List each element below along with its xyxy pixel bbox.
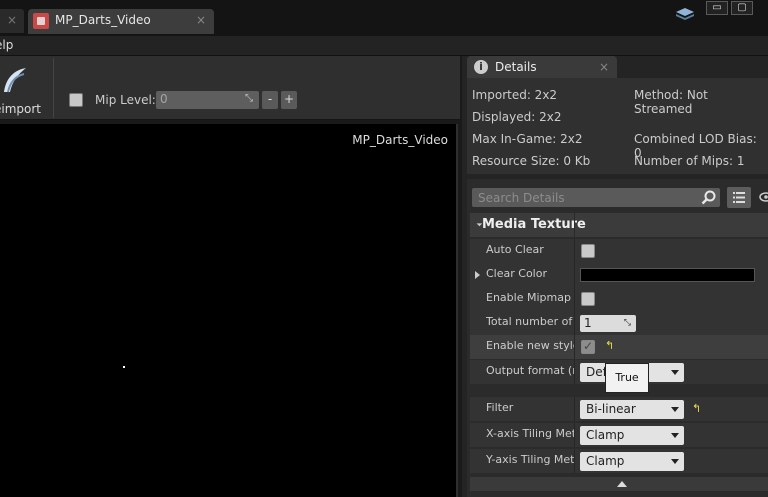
texture-preview [123,366,125,368]
source-control-icon[interactable] [676,8,694,22]
property-label: Enable new style c [486,339,574,352]
chevron-down-icon [671,459,679,464]
mip-level-value: 0 [160,92,168,106]
view-options-button[interactable] [727,187,751,208]
minimize-button[interactable]: ▭ [706,1,728,15]
info-imported: Imported: 2x2 [472,88,558,102]
info-resource-size: Resource Size: 0 Kb [472,154,591,168]
search-details[interactable] [472,188,720,207]
property-enable-new-style: Enable new style c ↰ [470,335,768,359]
y-tiling-value: Clamp [586,454,625,468]
property-filter: Filter Bi-linear ↰ [470,397,768,421]
property-enable-mipmap: Enable Mipmap ge [470,287,768,311]
total-mips-field[interactable]: 1 ⤡ [580,315,636,332]
x-tiling-dropdown[interactable]: Clamp [580,426,684,445]
advanced-expander[interactable] [470,477,768,491]
reimport-label: eimport [0,102,42,116]
property-label: Y-axis Tiling Meth [486,453,574,466]
list-icon [733,192,745,203]
auto-clear-checkbox[interactable] [581,244,595,258]
property-label: Enable Mipmap ge [486,291,574,304]
column-divider[interactable] [574,239,575,263]
toolbar-divider [53,58,54,118]
texture-info: Imported: 2x2 Method: Not Streamed Displ… [467,78,768,174]
filter-value: Bi-linear [586,402,636,416]
maximize-button[interactable]: ▢ [731,1,753,15]
info-displayed: Displayed: 2x2 [472,110,562,124]
column-divider[interactable] [574,263,575,287]
eye-icon[interactable] [757,192,768,202]
chevron-up-icon [617,481,627,487]
property-label: Auto Clear [486,243,544,256]
property-label: Clear Color [486,267,547,280]
mip-level-checkbox[interactable] [69,93,83,107]
details-panel: i Details × Imported: 2x2 Method: Not St… [462,56,768,497]
column-divider[interactable] [574,397,575,421]
column-divider[interactable] [574,449,575,473]
info-number-of-mips: Number of Mips: 1 [634,154,745,168]
reset-to-default-icon[interactable]: ↰ [692,403,702,414]
total-mips-value: 1 [584,316,592,330]
info-max-in-game: Max In-Game: 2x2 [472,132,583,146]
expand-arrow-icon[interactable] [475,271,480,279]
menu-bar: elp [0,36,768,56]
property-label: Total number of M [486,315,574,328]
menu-help[interactable]: elp [0,38,13,52]
viewport-asset-name: MP_Darts_Video [352,133,448,147]
close-icon[interactable]: × [7,13,17,27]
chevron-down-icon [671,407,679,412]
chevron-down-icon [671,433,679,438]
enable-mipmap-checkbox[interactable] [581,292,595,306]
close-icon[interactable]: × [599,60,609,74]
category-label: Media Texture [482,217,586,232]
info-method: Method: Not Streamed [634,88,708,116]
mip-increase-button[interactable]: + [281,91,297,109]
details-tab-label: Details [495,60,537,74]
details-tab[interactable]: i Details × [467,56,617,78]
details-body: Media Texture Auto Clear Clear Color Ena… [467,179,768,497]
column-divider[interactable] [574,213,575,237]
chevron-down-icon [671,370,679,375]
tooltip: True [605,363,649,393]
resize-arrows-icon: ⤡ [623,318,631,328]
category-media-texture[interactable]: Media Texture [470,213,768,237]
document-tab-label: MP_Darts_Video [55,13,151,27]
reimport-icon [4,68,26,93]
filter-dropdown[interactable]: Bi-linear [580,400,684,419]
property-label: Output format (ne [486,364,574,377]
reimport-button[interactable]: eimport [0,60,42,116]
toolbar: eimport Mip Level: 0 ⤡ - + [0,56,460,120]
document-tab[interactable]: MP_Darts_Video × [28,9,214,34]
mip-decrease-button[interactable]: - [262,91,278,109]
media-texture-icon [33,13,49,29]
column-divider[interactable] [574,335,575,359]
title-bar: × MP_Darts_Video × ▭ ▢ [0,0,768,36]
property-label: Filter [486,401,514,414]
column-divider[interactable] [574,311,575,335]
reset-to-default-icon[interactable]: ↰ [605,340,615,351]
mip-level-label: Mip Level: [95,93,156,107]
collapse-arrow-icon[interactable] [473,217,483,227]
y-tiling-dropdown[interactable]: Clamp [580,452,684,471]
enable-new-style-checkbox[interactable] [581,339,595,354]
column-divider[interactable] [574,360,575,384]
x-tiling-value: Clamp [586,428,625,442]
column-divider[interactable] [574,287,575,311]
column-divider[interactable] [574,423,575,447]
search-input[interactable] [472,188,696,207]
clear-color-swatch[interactable] [580,268,755,282]
property-clear-color: Clear Color [470,263,768,287]
property-auto-clear: Auto Clear [470,239,768,263]
search-icon[interactable] [701,190,716,205]
info-icon: i [474,60,488,74]
close-icon[interactable]: × [196,13,206,27]
property-label: X-axis Tiling Meth [486,427,574,440]
previous-tab[interactable]: × [0,9,24,33]
property-total-mips: Total number of M 1 ⤡ [470,311,768,335]
resize-arrows-icon: ⤡ [245,93,253,104]
texture-viewport[interactable]: MP_Darts_Video [0,124,458,497]
property-y-axis-tiling: Y-axis Tiling Meth Clamp [470,449,768,473]
property-x-axis-tiling: X-axis Tiling Meth Clamp [470,423,768,447]
mip-level-field[interactable]: 0 ⤡ [156,91,259,109]
